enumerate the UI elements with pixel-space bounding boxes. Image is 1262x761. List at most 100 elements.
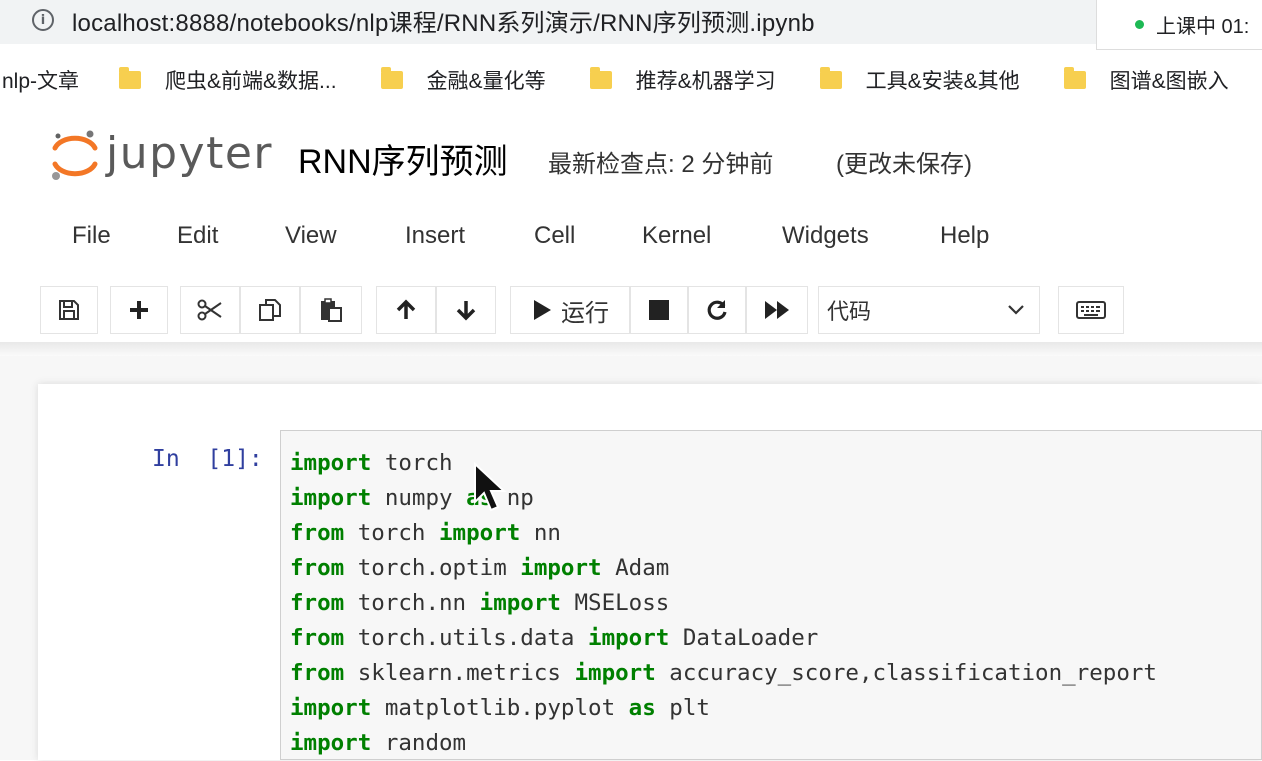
code-line: from sklearn.metrics import accuracy_sco…: [290, 656, 1157, 691]
code-line: import random: [290, 726, 1157, 761]
code-keyword: from: [290, 590, 345, 616]
code-text: sklearn.metrics: [344, 660, 575, 686]
code-keyword: from: [290, 660, 345, 686]
fast-forward-icon: [765, 301, 789, 319]
code-text: numpy: [371, 485, 467, 511]
copy-button[interactable]: [240, 286, 300, 334]
stop-icon: [649, 300, 669, 320]
code-text: Adam: [601, 555, 670, 581]
code-text: accuracy_score,classification_report: [655, 660, 1157, 686]
code-keyword: import: [574, 660, 656, 686]
run-label: 运行: [561, 299, 609, 327]
save-icon: [59, 300, 79, 320]
jupyter-logo-icon[interactable]: [46, 126, 104, 184]
bookmark-folder[interactable]: 金融&量化等: [375, 65, 546, 95]
folder-icon: [119, 67, 142, 89]
status-widget: 上课中 01:: [1096, 0, 1262, 50]
code-text: plt: [655, 695, 710, 721]
menu-cell[interactable]: Cell: [534, 222, 575, 250]
address-bar[interactable]: i localhost:8888/notebooks/nlp课程/RNN系列演示…: [12, 0, 1092, 40]
cell-type-select[interactable]: 代码: [818, 286, 1040, 334]
bookmark-label: nlp-文章: [2, 70, 80, 93]
code-keyword: import: [520, 555, 602, 581]
arrow-down-icon: [456, 301, 476, 321]
code-text: nn: [520, 520, 561, 546]
checkpoint-status: 最新检查点: 2 分钟前: [548, 151, 774, 178]
keyboard-icon: [1076, 301, 1106, 319]
code-line: from torch.nn import MSELoss: [290, 586, 1157, 621]
code-keyword: import: [290, 485, 372, 511]
status-text: 上课中 01:: [1156, 16, 1250, 38]
notebook-title[interactable]: RNN序列预测: [298, 134, 508, 183]
bookmark-folder[interactable]: 爬虫&前端&数据...: [113, 65, 337, 95]
code-keyword: import: [479, 590, 561, 616]
browser-address-row: i localhost:8888/notebooks/nlp课程/RNN系列演示…: [0, 0, 1262, 50]
code-line: import numpy as np: [290, 481, 1157, 516]
bookmark-folder[interactable]: 推荐&机器学习: [584, 65, 776, 95]
bookmark-folder[interactable]: 工具&安装&其他: [814, 65, 1020, 95]
insert-cell-button[interactable]: [110, 286, 168, 334]
code-keyword: import: [290, 450, 372, 476]
code-keyword: import: [588, 625, 670, 651]
menu-widgets[interactable]: Widgets: [782, 222, 869, 250]
menu-bar: File Edit View Insert Cell Kernel Widget…: [0, 214, 1262, 262]
bookmarks-bar: nlp-文章 爬虫&前端&数据... 金融&量化等 推荐&机器学习 工具&安装&…: [0, 56, 1262, 104]
bookmark-folder[interactable]: 图谱&图嵌入: [1058, 65, 1229, 95]
save-button[interactable]: [40, 286, 98, 334]
menu-file[interactable]: File: [72, 222, 111, 250]
url-text[interactable]: localhost:8888/notebooks/nlp课程/RNN系列演示/R…: [72, 3, 815, 38]
paste-button[interactable]: [300, 286, 362, 334]
code-keyword: from: [290, 520, 345, 546]
jupyter-header: jupyter RNN序列预测 最新检查点: 2 分钟前 (更改未保存): [0, 118, 1262, 198]
code-line: import matplotlib.pyplot as plt: [290, 691, 1157, 726]
restart-button[interactable]: [688, 286, 746, 334]
notebook-toolbar: 运行 代码: [0, 282, 1262, 338]
move-down-button[interactable]: [436, 286, 496, 334]
code-text: random: [371, 730, 467, 756]
menu-view[interactable]: View: [285, 222, 337, 250]
restart-icon: [707, 300, 727, 320]
code-line: from torch.optim import Adam: [290, 551, 1157, 586]
bookmark-label: 推荐&机器学习: [635, 70, 776, 93]
code-line: from torch import nn: [290, 516, 1157, 551]
folder-icon: [1063, 67, 1086, 89]
cut-button[interactable]: [180, 286, 240, 334]
code-text: torch: [371, 450, 453, 476]
cut-icon: [197, 299, 222, 321]
menu-edit[interactable]: Edit: [177, 222, 218, 250]
code-line: import torch: [290, 446, 1157, 481]
code-text: matplotlib.pyplot: [371, 695, 629, 721]
code-keyword: from: [290, 555, 345, 581]
menu-insert[interactable]: Insert: [405, 222, 465, 250]
code-keyword: import: [290, 730, 372, 756]
plus-icon: [130, 301, 148, 319]
code-text: torch.optim: [344, 555, 521, 581]
chevron-down-icon: [1008, 305, 1024, 315]
cell-type-value: 代码: [827, 299, 872, 324]
bookmark-label: 爬虫&前端&数据...: [165, 70, 337, 93]
menu-help[interactable]: Help: [940, 222, 989, 250]
jupyter-logo-text[interactable]: jupyter: [106, 128, 273, 179]
folder-icon: [380, 67, 403, 89]
restart-run-all-button[interactable]: [746, 286, 808, 334]
code-text: torch.nn: [344, 590, 480, 616]
status-dot-icon: [1135, 20, 1144, 29]
bookmark-item[interactable]: nlp-文章: [2, 65, 79, 95]
interrupt-button[interactable]: [630, 286, 688, 334]
command-palette-button[interactable]: [1058, 286, 1124, 334]
arrow-up-icon: [396, 299, 416, 319]
code-text: torch: [344, 520, 440, 546]
code-line: from torch.utils.data import DataLoader: [290, 621, 1157, 656]
menu-kernel[interactable]: Kernel: [642, 222, 711, 250]
code-text: MSELoss: [560, 590, 670, 616]
play-icon: [534, 300, 551, 320]
move-up-button[interactable]: [376, 286, 436, 334]
run-button[interactable]: 运行: [510, 286, 630, 334]
code-editor[interactable]: import torchimport numpy as npfrom torch…: [290, 446, 1157, 761]
bookmark-label: 图谱&图嵌入: [1109, 70, 1229, 93]
info-icon[interactable]: i: [32, 9, 54, 31]
folder-icon: [819, 67, 842, 89]
folder-icon: [589, 67, 612, 89]
cell-prompt: In [1]:: [152, 446, 263, 472]
toolbar-divider: [0, 342, 1262, 356]
